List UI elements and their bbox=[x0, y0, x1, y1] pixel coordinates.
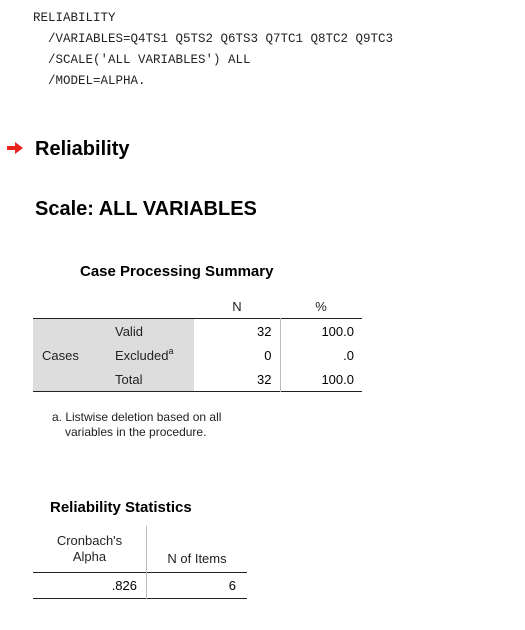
table-header-row: Cronbach's Alpha N of Items bbox=[33, 526, 247, 573]
valid-n: 32 bbox=[194, 318, 281, 343]
col-header-percent: % bbox=[315, 298, 327, 314]
table-header-row: N % bbox=[33, 294, 362, 319]
red-arrow-icon[interactable] bbox=[6, 141, 24, 155]
valid-percent: 100.0 bbox=[321, 323, 354, 339]
syntax-line: /VARIABLES=Q4TS1 Q5TS2 Q6TS3 Q7TC1 Q8TC2… bbox=[33, 32, 394, 46]
table-row: .826 6 bbox=[33, 572, 247, 599]
total-n: 32 bbox=[194, 367, 281, 392]
col-header-n-of-items: N of Items bbox=[167, 551, 227, 566]
excluded-percent: .0 bbox=[343, 347, 354, 363]
total-percent: 100.0 bbox=[321, 371, 354, 387]
syntax-line: /MODEL=ALPHA. bbox=[33, 74, 146, 88]
scale-title: Scale: ALL VARIABLES bbox=[35, 198, 257, 220]
row-label-valid: Valid bbox=[106, 318, 194, 343]
n-items-value: 6 bbox=[228, 578, 236, 593]
alpha-value: .826 bbox=[33, 572, 147, 599]
section-title: Reliability bbox=[35, 138, 130, 160]
col-header-n: N bbox=[232, 298, 242, 314]
cases-label: Cases bbox=[33, 318, 106, 392]
syntax-line: /SCALE('ALL VARIABLES') ALL bbox=[33, 53, 251, 67]
table-row: Cases Valid 32 100.0 bbox=[33, 318, 362, 392]
col-header-cronbach-alpha: Cronbach's Alpha bbox=[33, 526, 147, 573]
excluded-n: 0 bbox=[194, 343, 281, 367]
footnote-line: a. Listwise deletion based on all bbox=[52, 410, 222, 424]
case-processing-table: N % Cases Valid 32 100.0 Excludeda 0 .0 … bbox=[33, 294, 362, 392]
case-processing-title: Case Processing Summary bbox=[80, 263, 274, 280]
row-label-excluded: Excludeda bbox=[106, 343, 194, 367]
syntax-line: RELIABILITY bbox=[33, 11, 116, 25]
row-label-total: Total bbox=[106, 367, 194, 392]
reliability-stats-table: Cronbach's Alpha N of Items .826 6 bbox=[33, 526, 247, 599]
reliability-stats-title: Reliability Statistics bbox=[50, 499, 192, 516]
footnote-marker: a bbox=[168, 345, 174, 356]
table-footnote: a. Listwise deletion based on all variab… bbox=[52, 410, 221, 440]
syntax-block: RELIABILITY /VARIABLES=Q4TS1 Q5TS2 Q6TS3… bbox=[33, 8, 393, 92]
footnote-line: variables in the procedure. bbox=[65, 425, 207, 439]
